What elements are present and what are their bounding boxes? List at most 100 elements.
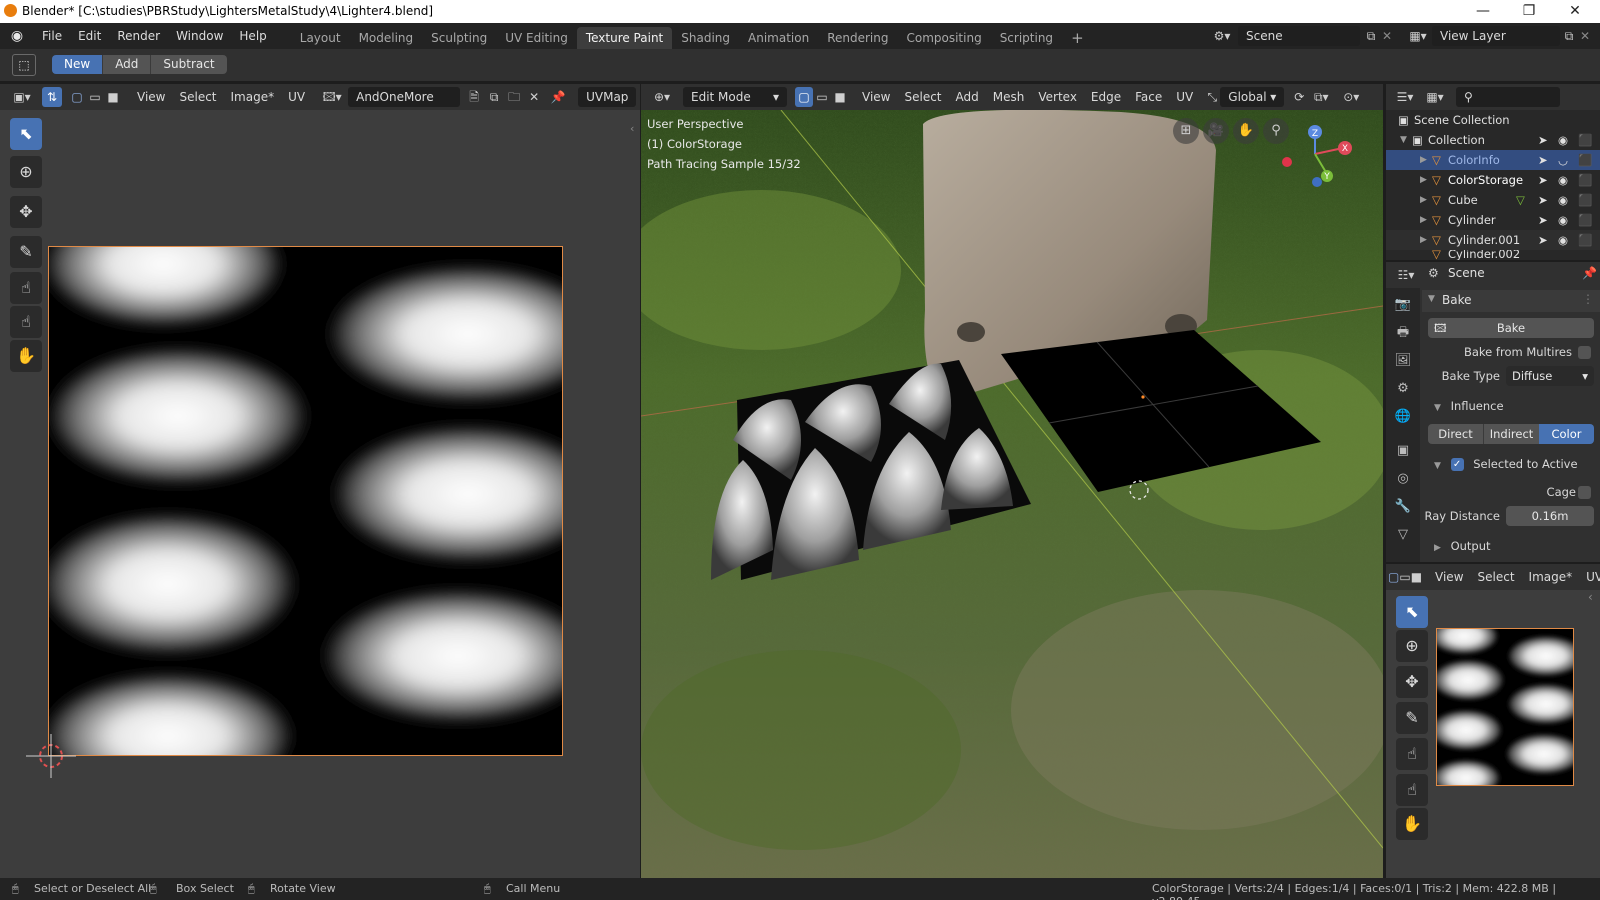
menu-render[interactable]: Render xyxy=(109,23,168,49)
mode-subtract-button[interactable]: Subtract xyxy=(150,55,227,74)
ray-distance-field[interactable]: 0.16m xyxy=(1506,506,1594,526)
outliner-item-cube[interactable]: ▶ ▽ Cube ▽ ➤ ◉ ⬛ xyxy=(1386,190,1600,210)
new-view-layer-icon[interactable]: ⧉ xyxy=(1560,26,1578,46)
face-select-icon[interactable]: ■ xyxy=(1411,567,1422,587)
vp-menu-view[interactable]: View xyxy=(855,86,897,108)
edge-select-icon[interactable]: ▭ xyxy=(86,87,104,107)
pinch-tool-icon[interactable]: ☝ xyxy=(10,306,42,338)
vertex-select-icon[interactable]: ▢ xyxy=(1388,567,1399,587)
tab-modifier-icon[interactable]: 🔧 xyxy=(1392,496,1414,518)
vp-menu-select[interactable]: Select xyxy=(897,86,948,108)
viewport-editor-type-icon[interactable]: ⊕▾ xyxy=(647,87,677,107)
proportional-edit-icon[interactable]: ⊙▾ xyxy=(1338,87,1364,107)
move-tool-icon[interactable]: ✥ xyxy=(1396,666,1428,698)
uv-menu-image[interactable]: Image* xyxy=(224,86,282,108)
render-camera-icon[interactable]: ⬛ xyxy=(1578,150,1592,170)
selectable-icon[interactable]: ➤ xyxy=(1538,210,1548,230)
tab-object-icon[interactable]: ▣ xyxy=(1392,440,1414,462)
bake-type-dropdown[interactable]: Diffuse ▾ xyxy=(1506,366,1594,386)
collapse-arrow-icon[interactable]: ▼ xyxy=(1428,294,1435,304)
annotate-tool-icon[interactable]: ✎ xyxy=(1396,702,1428,734)
collapse-arrow-icon[interactable]: ‹ xyxy=(1588,590,1593,604)
visibility-eye-icon[interactable]: ◉ xyxy=(1558,130,1568,150)
expand-arrow-icon[interactable]: ▶ xyxy=(1420,170,1427,190)
mini-menu-image[interactable]: Image* xyxy=(1522,566,1580,588)
influence-indirect-button[interactable]: Indirect xyxy=(1483,424,1539,444)
pivot-icon[interactable]: ⟳ xyxy=(1290,87,1308,107)
new-scene-icon[interactable]: ⧉ xyxy=(1362,26,1380,46)
image-name-field[interactable]: AndOneMore xyxy=(348,87,461,107)
selected-to-active-checkbox[interactable]: ✓ xyxy=(1450,458,1464,471)
tab-layout[interactable]: Layout xyxy=(291,27,350,49)
mini-menu-uv[interactable]: UV xyxy=(1579,566,1600,588)
tab-animation[interactable]: Animation xyxy=(739,27,818,49)
visibility-eye-icon[interactable]: ◉ xyxy=(1558,210,1568,230)
tab-modeling[interactable]: Modeling xyxy=(350,27,423,49)
bake-from-multires-checkbox[interactable] xyxy=(1578,346,1591,359)
influence-direct-button[interactable]: Direct xyxy=(1428,424,1483,444)
selectable-icon[interactable]: ➤ xyxy=(1538,130,1548,150)
outliner[interactable]: ▣ Scene Collection ▼ ▣ Collection ➤ ◉ ⬛ … xyxy=(1386,110,1600,260)
render-camera-icon[interactable]: ⬛ xyxy=(1578,170,1592,190)
mini-menu-select[interactable]: Select xyxy=(1471,566,1522,588)
render-camera-icon[interactable]: ⬛ xyxy=(1578,190,1592,210)
transform-orientation-icon[interactable]: ⤡ xyxy=(1204,87,1220,107)
outliner-item-cylinder-002[interactable]: ▽ Cylinder.002 xyxy=(1386,250,1600,260)
selectable-icon[interactable]: ➤ xyxy=(1538,190,1548,210)
image-browse-icon[interactable]: 🖾▾ xyxy=(318,87,346,107)
add-workspace-button[interactable]: + xyxy=(1062,27,1093,49)
render-camera-icon[interactable]: ⬛ xyxy=(1578,210,1592,230)
tab-data-icon[interactable]: ▽ xyxy=(1392,524,1414,546)
face-select-icon[interactable]: ■ xyxy=(104,87,122,107)
influence-subpanel-header[interactable]: ▼ Influence xyxy=(1434,396,1504,416)
snap-icon[interactable]: ⧉▾ xyxy=(1308,87,1334,107)
outliner-scene-collection[interactable]: ▣ Scene Collection xyxy=(1386,110,1600,130)
collapse-arrow-icon[interactable]: ▼ xyxy=(1434,461,1441,471)
cursor-tool-icon[interactable]: ⊕ xyxy=(10,156,42,188)
mode-dropdown[interactable]: Edit Mode ▾ xyxy=(683,87,787,107)
view-layer-icon[interactable]: ▦▾ xyxy=(1404,26,1432,46)
vertex-select-icon[interactable]: ▢ xyxy=(68,87,86,107)
select-tool-icon[interactable]: ⬉ xyxy=(1396,596,1428,628)
visibility-eye-icon[interactable]: ◉ xyxy=(1558,190,1568,210)
render-camera-icon[interactable]: ⬛ xyxy=(1578,230,1592,250)
edge-select-icon[interactable]: ▭ xyxy=(1399,567,1410,587)
vp-menu-add[interactable]: Add xyxy=(949,86,986,108)
close-button[interactable]: ✕ xyxy=(1552,0,1598,23)
delete-view-layer-icon[interactable]: ✕ xyxy=(1578,26,1592,46)
selectable-icon[interactable]: ➤ xyxy=(1538,230,1548,250)
camera-view-icon[interactable]: 🎥 xyxy=(1203,118,1229,144)
vertex-mode-icon[interactable]: ▢ xyxy=(795,87,813,107)
outliner-item-colorstorage[interactable]: ▶ ▽ ColorStorage ➤ ◉ ⬛ xyxy=(1386,170,1600,190)
cursor-tool-icon[interactable]: ⊕ xyxy=(1396,630,1428,662)
uv-editor-area[interactable]: ⬉ ⊕ ✥ ✎ ☝ ☝ ✋ ‹ xyxy=(0,110,640,878)
3d-viewport[interactable]: User Perspective (1) ColorStorage Path T… xyxy=(641,110,1383,878)
drag-handle-icon[interactable]: ⋮ xyxy=(1582,292,1594,306)
outliner-editor-type-icon[interactable]: ☰▾ xyxy=(1390,87,1420,107)
scene-selector-icon[interactable]: ⚙▾ xyxy=(1208,26,1236,46)
uv-menu-uv[interactable]: UV xyxy=(281,86,312,108)
minimize-button[interactable]: — xyxy=(1460,0,1506,23)
outliner-item-cylinder-001[interactable]: ▶ ▽ Cylinder.001 ➤ ◉ ⬛ xyxy=(1386,230,1600,250)
expand-arrow-icon[interactable]: ▶ xyxy=(1420,190,1427,210)
vp-menu-vertex[interactable]: Vertex xyxy=(1031,86,1084,108)
open-image-icon[interactable]: 🗀 xyxy=(504,87,524,107)
uv-sync-icon[interactable]: ⇅ xyxy=(42,87,62,107)
output-subpanel-header[interactable]: ▶ Output xyxy=(1434,536,1491,556)
selected-to-active-row[interactable]: ▼ ✓ Selected to Active xyxy=(1434,454,1578,474)
fake-user-icon[interactable]: 🗎 xyxy=(464,87,484,107)
tab-scripting[interactable]: Scripting xyxy=(991,27,1062,49)
cage-checkbox[interactable] xyxy=(1578,486,1591,499)
collapse-arrow-icon[interactable]: ▼ xyxy=(1434,403,1441,413)
mini-menu-view[interactable]: View xyxy=(1428,566,1470,588)
uv-menu-view[interactable]: View xyxy=(130,86,172,108)
menu-help[interactable]: Help xyxy=(231,23,274,49)
properties-editor[interactable]: ☷▾ ⚙ Scene 📌 📷 🖶 🖼 ⚙ 🌐 ▣ ◎ 🔧 ▽ ▼ Bake ⋮ … xyxy=(1386,262,1600,562)
view-layer-field[interactable]: View Layer xyxy=(1432,26,1560,46)
expand-arrow-icon[interactable]: ▶ xyxy=(1420,150,1427,170)
move-tool-icon[interactable]: ✥ xyxy=(10,196,42,228)
editor-type-icon[interactable]: ▣▾ xyxy=(6,87,38,107)
menu-window[interactable]: Window xyxy=(168,23,231,49)
toggle-camera-icon[interactable]: ⊞ xyxy=(1173,118,1199,144)
blender-menu-icon[interactable]: ◉ xyxy=(0,26,34,46)
